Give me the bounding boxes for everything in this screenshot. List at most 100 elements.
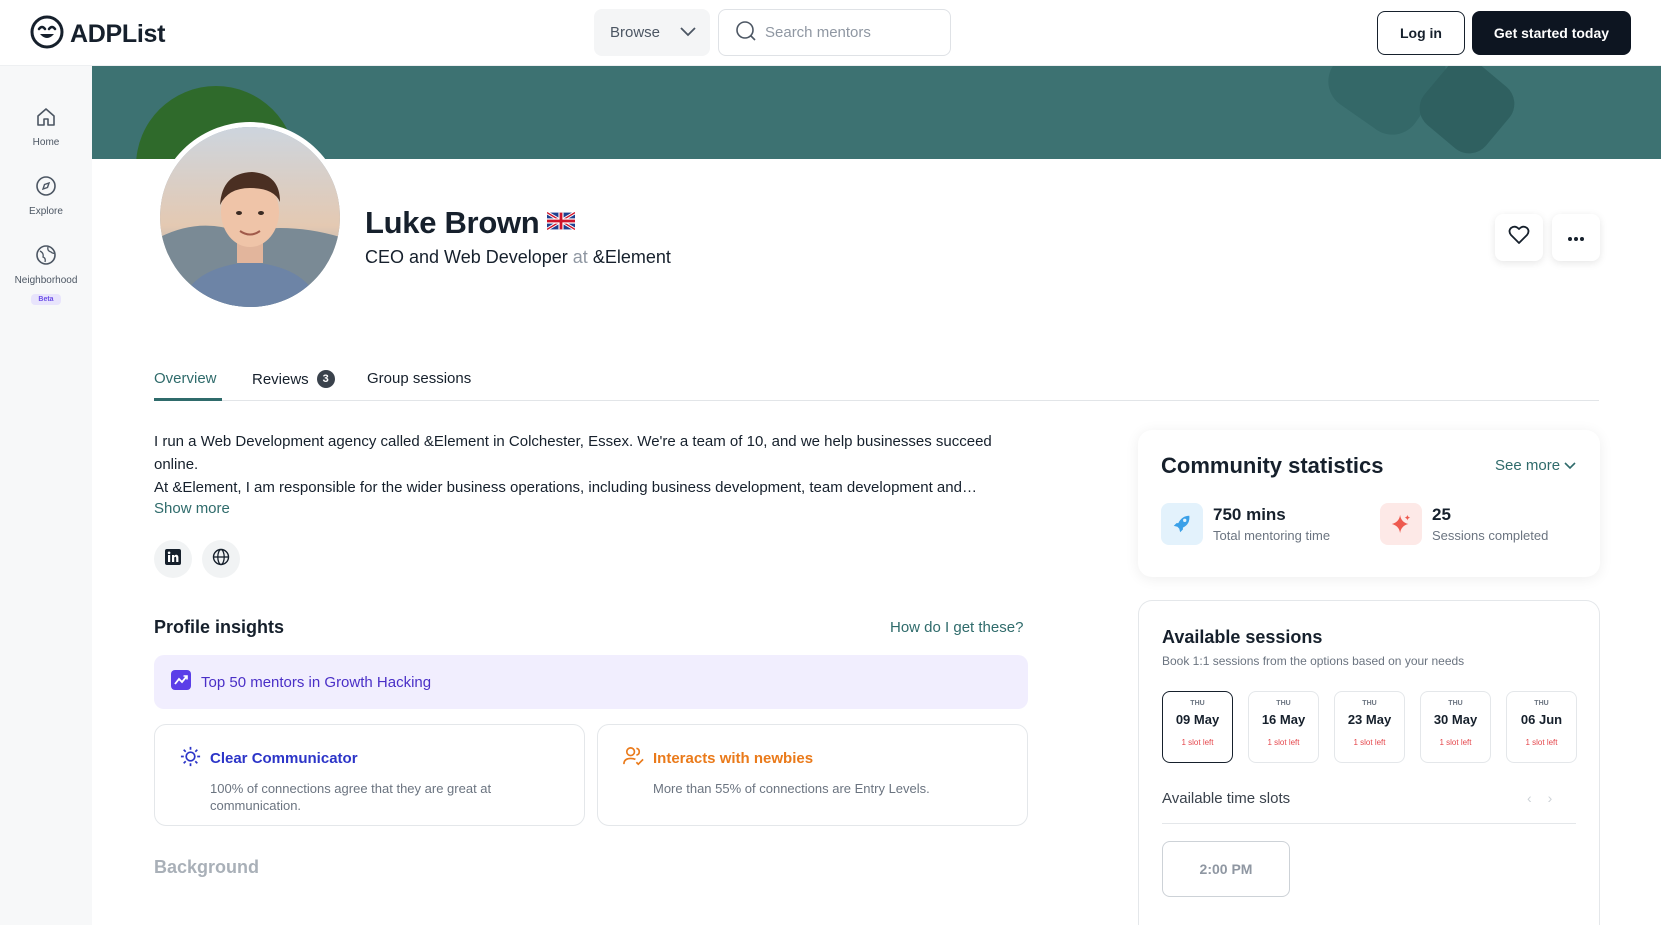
avatar-photo: [160, 127, 340, 307]
slots-left: 1 slot left: [1267, 738, 1300, 747]
linkedin-icon: [165, 548, 181, 570]
chevron-down-icon: [680, 24, 696, 41]
active-tab-indicator: [154, 398, 222, 401]
profile-banner: [92, 66, 1661, 159]
insight-card-newbies: Interacts with newbies More than 55% of …: [597, 724, 1028, 826]
insight-card-heading: Interacts with newbies: [622, 745, 1003, 772]
slots-left: 1 slot left: [1181, 738, 1214, 747]
date-label: 23 May: [1347, 712, 1392, 727]
search-input[interactable]: Search mentors: [718, 9, 951, 56]
beta-badge: Beta: [31, 294, 61, 305]
adplist-logo-icon: [30, 15, 64, 54]
top-mentor-label: Top 50 mentors in Growth Hacking: [201, 673, 432, 691]
see-more-label: See more: [1495, 457, 1561, 474]
globe-icon: [212, 548, 230, 571]
sidebar-item-explore[interactable]: Explore: [0, 175, 92, 217]
tab-label: Overview: [154, 370, 217, 387]
sparkle-icon: [1380, 503, 1422, 545]
date-label: 30 May: [1433, 712, 1478, 727]
bio-line: I run a Web Development agency called &E…: [154, 433, 992, 473]
community-statistics-card: Community statistics See more 750 mins T…: [1138, 430, 1600, 577]
profile-name: Luke Brown: [365, 205, 540, 240]
date-option[interactable]: THU 06 Jun 1 slot left: [1506, 691, 1577, 763]
compass-icon: [35, 175, 57, 200]
tab-label: Reviews: [252, 370, 309, 388]
sidebar-item-label: Neighborhood: [14, 275, 78, 286]
stat-label: Total mentoring time: [1213, 528, 1331, 543]
rocket-icon: [1161, 503, 1203, 545]
sidebar: Home Explore Neighborhood Beta: [0, 66, 92, 925]
search-icon: [735, 20, 757, 46]
top-mentor-highlight: Top 50 mentors in Growth Hacking: [154, 655, 1028, 709]
time-slots-label: Available time slots: [1162, 790, 1291, 807]
profile-insights-title: Profile insights: [154, 617, 285, 637]
stat-sessions-completed: 25 Sessions completed: [1380, 503, 1548, 545]
trending-chart-icon: [171, 670, 191, 694]
bio-line: At &Element, I am responsible for the wi…: [154, 479, 977, 496]
show-more-link[interactable]: Show more: [154, 500, 230, 517]
logo[interactable]: ADPList: [30, 15, 165, 54]
time-slot-pager: ‹ ›: [1527, 790, 1552, 806]
profile-role: CEO and Web Developer: [365, 247, 568, 267]
profile-headline: CEO and Web Developer at &Element: [365, 247, 671, 268]
profile-tabs: Overview Reviews 3 Group sessions: [154, 365, 1599, 401]
favorite-button[interactable]: [1495, 214, 1543, 261]
insight-card-description: 100% of connections agree that they are …: [210, 781, 492, 813]
more-horizontal-icon: [1567, 229, 1585, 247]
available-sessions-card: Available sessions Book 1:1 sessions fro…: [1138, 600, 1600, 925]
website-button[interactable]: [202, 540, 240, 578]
date-option[interactable]: THU 30 May 1 slot left: [1420, 691, 1491, 763]
reviews-count-badge: 3: [316, 370, 335, 388]
home-icon: [35, 106, 57, 131]
more-options-button[interactable]: [1552, 214, 1600, 261]
date-label: 09 May: [1175, 712, 1220, 727]
avatar: [155, 122, 345, 312]
stat-label: Sessions completed: [1432, 528, 1549, 543]
search-placeholder: Search mentors: [765, 24, 871, 41]
slots-left: 1 slot left: [1525, 738, 1558, 747]
stat-value: 25: [1432, 505, 1451, 524]
browse-dropdown[interactable]: Browse: [594, 9, 710, 56]
profile-name-row: Luke Brown: [365, 205, 577, 241]
how-to-get-insights-link[interactable]: How do I get these?: [890, 619, 1023, 636]
date-weekday: THU: [1448, 700, 1463, 707]
sidebar-item-home[interactable]: Home: [0, 106, 92, 148]
date-weekday: THU: [1190, 700, 1205, 707]
log-in-button[interactable]: Log in: [1377, 11, 1465, 55]
date-weekday: THU: [1276, 700, 1291, 707]
slots-left: 1 slot left: [1353, 738, 1386, 747]
insight-card-heading: Clear Communicator: [179, 745, 560, 772]
profile-at: at: [572, 247, 588, 267]
date-option[interactable]: THU 09 May 1 slot left: [1162, 691, 1233, 763]
chevron-left-icon[interactable]: ‹: [1527, 790, 1532, 806]
slots-left: 1 slot left: [1439, 738, 1472, 747]
insight-card-title: Interacts with newbies: [653, 750, 814, 767]
date-label: 06 Jun: [1520, 712, 1563, 727]
profile-bio: I run a Web Development agency called &E…: [154, 430, 1024, 499]
date-option[interactable]: THU 16 May 1 slot left: [1248, 691, 1319, 763]
top-bar: ADPList Browse Search mentors Log in Get…: [0, 0, 1661, 66]
profile-company[interactable]: &Element: [593, 247, 671, 267]
insight-card-communicator: Clear Communicator 100% of connections a…: [154, 724, 585, 826]
chevron-down-icon: [1564, 457, 1576, 474]
date-option[interactable]: THU 23 May 1 slot left: [1334, 691, 1405, 763]
tab-reviews[interactable]: Reviews 3: [252, 370, 335, 388]
time-slot-button[interactable]: 2:00 PM: [1162, 841, 1290, 897]
see-more-link[interactable]: See more: [1495, 457, 1576, 474]
tab-overview[interactable]: Overview: [154, 370, 217, 387]
divider: [1162, 823, 1576, 824]
browse-label: Browse: [610, 24, 661, 41]
tab-label: Group sessions: [367, 370, 472, 387]
sidebar-item-label: Home: [32, 137, 60, 148]
sidebar-item-neighborhood[interactable]: Neighborhood Beta: [0, 244, 92, 305]
sun-icon: [179, 745, 202, 772]
stats-title: Community statistics: [1161, 453, 1384, 478]
tab-group-sessions[interactable]: Group sessions: [367, 370, 471, 387]
date-weekday: THU: [1362, 700, 1377, 707]
linkedin-button[interactable]: [154, 540, 192, 578]
chevron-right-icon[interactable]: ›: [1548, 790, 1553, 806]
uk-flag-icon: [546, 210, 577, 235]
date-label: 16 May: [1261, 712, 1306, 727]
get-started-button[interactable]: Get started today: [1472, 11, 1631, 55]
sidebar-item-label: Explore: [29, 206, 63, 217]
